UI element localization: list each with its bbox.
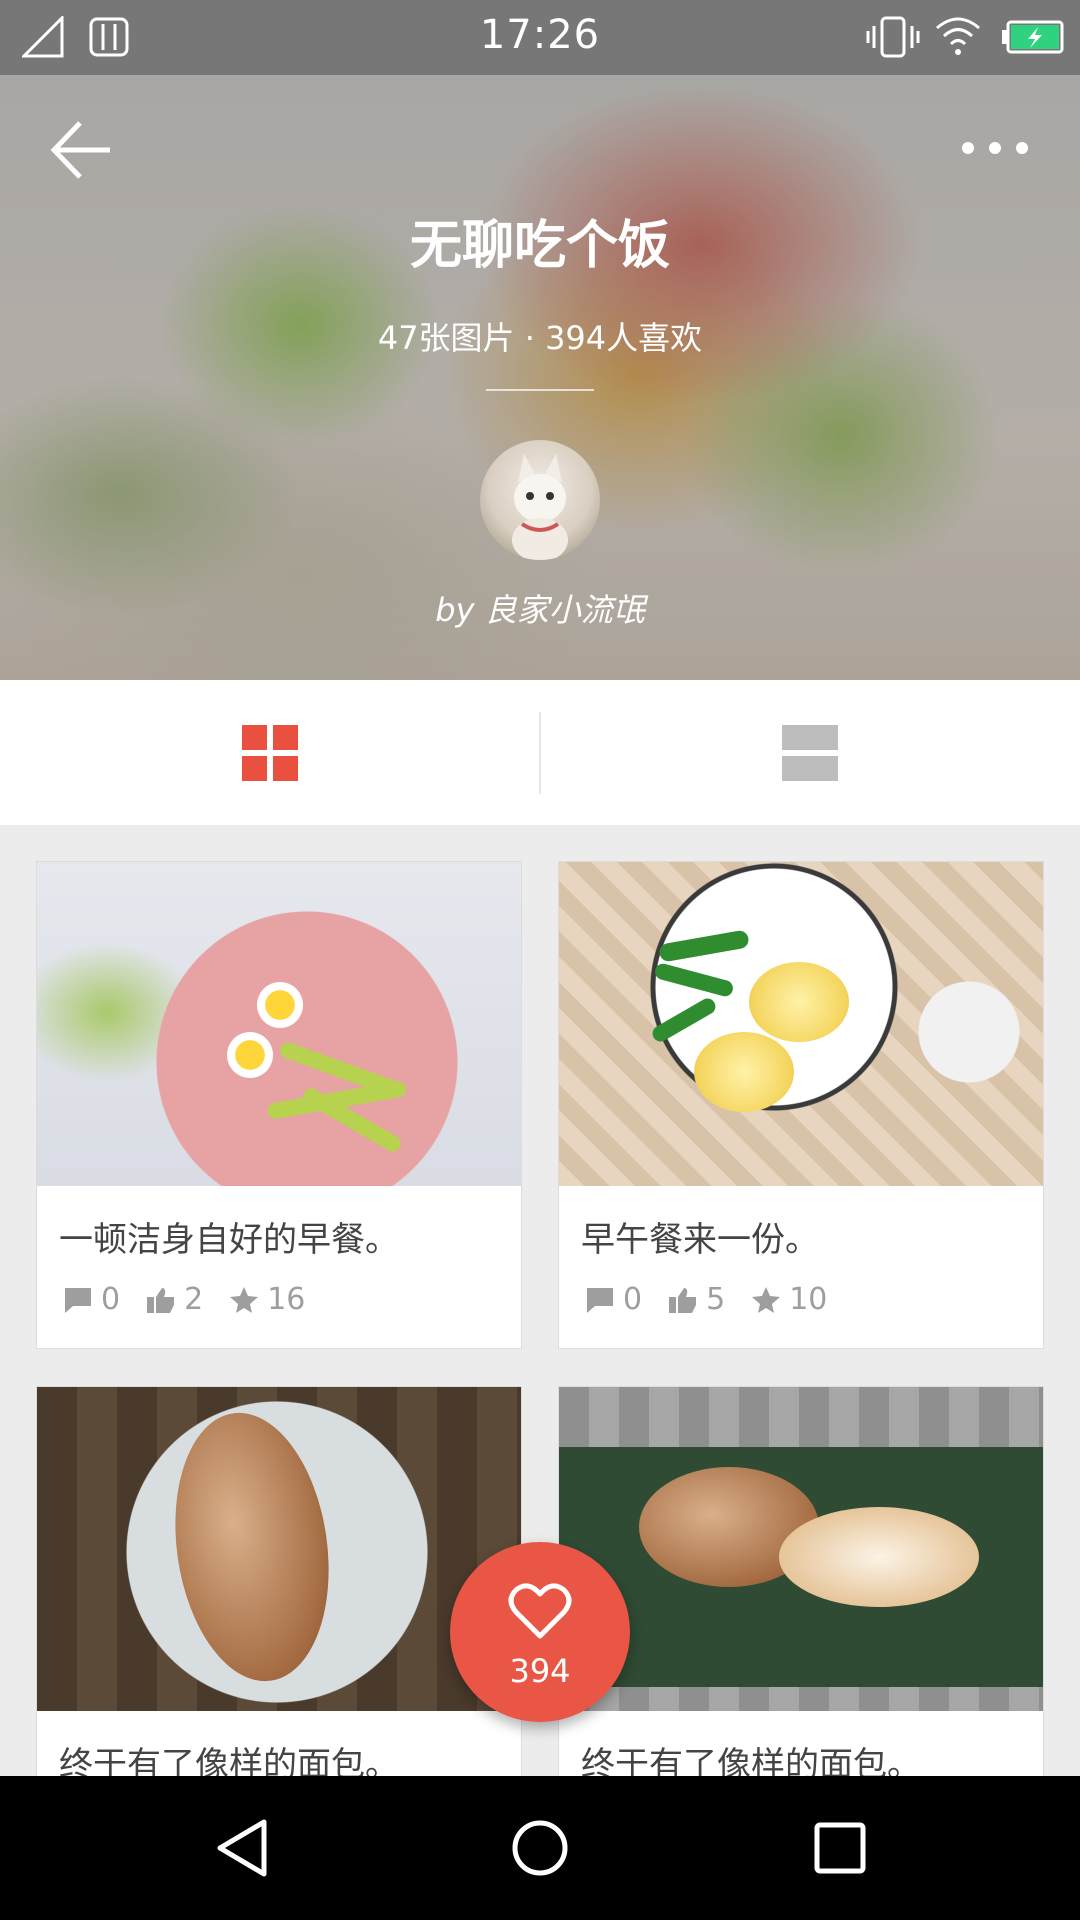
photo-card[interactable]: 终于有了像样的面包。 (558, 1386, 1044, 1806)
star-icon (752, 1286, 781, 1313)
comment-count: 0 (623, 1282, 643, 1317)
card-photo (37, 1387, 521, 1711)
card-title: 早午餐来一份。 (581, 1220, 819, 1260)
album-stats: 47张图片 · 394人喜欢 (377, 319, 703, 357)
thumbs-up-icon (669, 1287, 697, 1313)
vibrate-icon (866, 16, 920, 58)
heart-icon (508, 1583, 572, 1639)
back-arrow-icon[interactable] (48, 115, 118, 185)
author-avatar[interactable] (480, 440, 600, 560)
nav-home-icon[interactable] (510, 1816, 570, 1880)
list-icon (782, 724, 838, 781)
album-header: 无聊吃个饭 47张图片 · 394人喜欢 by 良家小流氓 (0, 75, 1080, 680)
photo-card[interactable]: 终于有了像样的面包。 (36, 1386, 522, 1806)
nav-recents-icon[interactable] (810, 1816, 870, 1880)
more-dots-icon[interactable] (960, 133, 1030, 163)
tab-separator (539, 712, 541, 794)
grid-icon (242, 724, 298, 781)
like-count-label: 394 (509, 1652, 571, 1690)
like-album-button[interactable]: 394 (450, 1542, 630, 1722)
comment-icon (587, 1287, 613, 1313)
battery-charging-icon (1002, 20, 1064, 54)
card-stats: 0 2 16 (63, 1282, 331, 1317)
screen: 17:26 无聊吃个饭 47张图片 · 394人喜欢 by 良家小流氓 一顿洁身… (0, 0, 1080, 1920)
tab-grid-view[interactable] (0, 680, 540, 825)
like-count: 5 (706, 1282, 726, 1317)
card-photo (37, 862, 521, 1186)
comment-icon (65, 1287, 91, 1313)
cat-avatar-image (512, 454, 568, 560)
wifi-icon (936, 17, 980, 55)
header-divider (486, 389, 594, 391)
album-title: 无聊吃个饭 (409, 216, 670, 276)
card-title: 一顿洁身自好的早餐。 (59, 1220, 399, 1260)
thumbs-up-icon (147, 1287, 175, 1313)
star-count: 10 (789, 1282, 828, 1317)
comment-count: 0 (101, 1282, 121, 1317)
photo-card[interactable]: 早午餐来一份。 0 5 10 (558, 861, 1044, 1349)
status-bar: 17:26 (0, 0, 1080, 75)
nav-back-icon[interactable] (212, 1816, 272, 1880)
author-name[interactable]: by 良家小流氓 (0, 585, 1080, 631)
photo-card[interactable]: 一顿洁身自好的早餐。 0 2 16 (36, 861, 522, 1349)
tab-list-view[interactable] (540, 680, 1080, 825)
card-photo (559, 1387, 1043, 1711)
star-count: 16 (267, 1282, 306, 1317)
card-photo (559, 862, 1043, 1186)
like-count: 2 (184, 1282, 204, 1317)
star-icon (230, 1286, 259, 1313)
system-nav-bar (0, 1776, 1080, 1920)
card-stats: 0 5 10 (585, 1282, 853, 1317)
